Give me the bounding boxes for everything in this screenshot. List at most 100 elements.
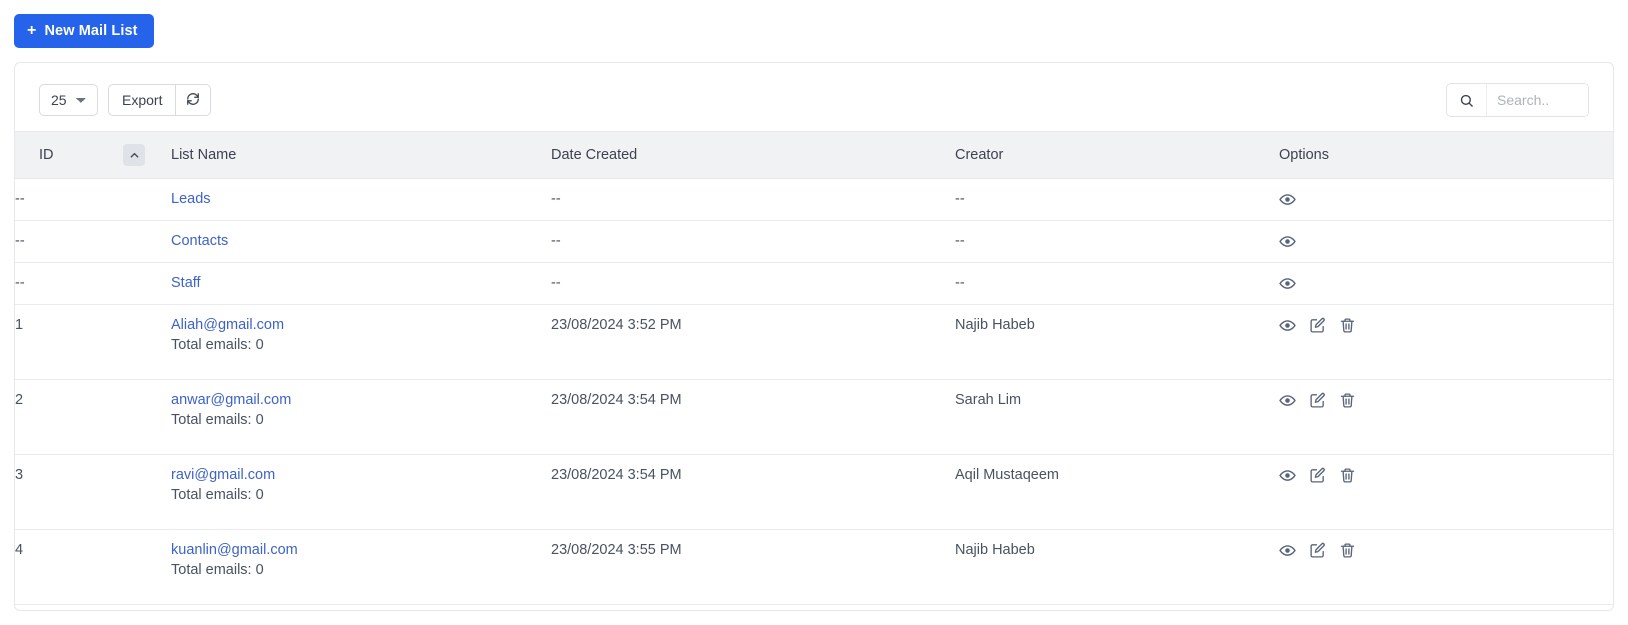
cell-options bbox=[1279, 454, 1613, 530]
cell-creator: Najib Habeb bbox=[955, 304, 1279, 380]
cell-list-name: Contacts bbox=[171, 220, 551, 263]
cell-date-created: -- bbox=[551, 262, 955, 305]
list-name-link[interactable]: Staff bbox=[171, 275, 201, 291]
cell-options bbox=[1279, 529, 1613, 605]
cell-list-name: ravi@gmail.com Total emails: 0 bbox=[171, 454, 551, 530]
list-name-link[interactable]: ravi@gmail.com bbox=[171, 467, 275, 483]
cell-date-created: -- bbox=[551, 220, 955, 263]
mail-list-card: 25 Export Search.. ID List Name Date Cre… bbox=[14, 62, 1614, 611]
table-row: 4 kuanlin@gmail.com Total emails: 0 23/08/2… bbox=[15, 529, 1613, 605]
trash-icon[interactable] bbox=[1339, 542, 1356, 559]
cell-list-name: Aliah@gmail.com Total emails: 0 bbox=[171, 304, 551, 380]
cell-id: 1 bbox=[15, 304, 171, 380]
eye-icon[interactable] bbox=[1279, 233, 1296, 250]
row-actions bbox=[1279, 392, 1613, 409]
search-input[interactable] bbox=[1487, 84, 1588, 116]
eye-icon[interactable] bbox=[1279, 191, 1296, 208]
total-emails-label: Total emails: 0 bbox=[171, 337, 264, 353]
cell-id: -- bbox=[15, 220, 171, 263]
cell-creator: Aliah bbox=[955, 604, 1279, 610]
column-header-id[interactable]: ID bbox=[15, 131, 171, 179]
search-box[interactable] bbox=[1446, 83, 1589, 117]
plus-icon: + bbox=[27, 22, 37, 39]
column-header-date-created[interactable]: Date Created bbox=[551, 131, 955, 179]
table-head: ID List Name Date Created Creator Option… bbox=[15, 131, 1613, 179]
cell-list-name: Staff bbox=[171, 262, 551, 305]
table-body: -- Leads -- -- -- Contacts -- -- -- Staff -- -- 1 Ali… bbox=[15, 178, 1613, 610]
list-name-link[interactable]: Contacts bbox=[171, 233, 228, 249]
trash-icon[interactable] bbox=[1339, 392, 1356, 409]
table-row: 1 Aliah@gmail.com Total emails: 0 23/08/202… bbox=[15, 304, 1613, 380]
table-header-row: ID List Name Date Created Creator Option… bbox=[15, 131, 1613, 179]
cell-creator: -- bbox=[955, 262, 1279, 305]
refresh-icon bbox=[186, 92, 200, 108]
table-row: 2 anwar@gmail.com Total emails: 0 23/08/202… bbox=[15, 379, 1613, 455]
cell-date-created: 23/08/2024 3:55 PM bbox=[551, 604, 955, 610]
list-name-link[interactable]: kuanlin@gmail.com bbox=[171, 542, 298, 558]
cell-list-name: Leads bbox=[171, 178, 551, 221]
cell-creator: Najib Habeb bbox=[955, 529, 1279, 605]
table-toolbar: 25 Export bbox=[15, 63, 1613, 131]
cell-options bbox=[1279, 304, 1613, 380]
cell-date-created: 23/08/2024 3:52 PM bbox=[551, 304, 955, 380]
page-length-select[interactable]: 25 bbox=[39, 84, 98, 116]
column-header-id-label: ID bbox=[39, 147, 54, 163]
export-button[interactable]: Export bbox=[108, 84, 177, 116]
trash-icon[interactable] bbox=[1339, 467, 1356, 484]
cell-options bbox=[1279, 262, 1613, 305]
cell-creator: -- bbox=[955, 178, 1279, 221]
row-actions bbox=[1279, 317, 1613, 334]
edit-icon[interactable] bbox=[1309, 317, 1326, 334]
list-name-link[interactable]: Aliah@gmail.com bbox=[171, 317, 284, 333]
toolbar-left-group: 25 Export bbox=[39, 84, 212, 116]
row-actions bbox=[1279, 191, 1613, 208]
new-mail-list-label: New Mail List bbox=[44, 22, 138, 39]
cell-list-name: anwar@gmail.com Total emails: 0 bbox=[171, 379, 551, 455]
cell-date-created: 23/08/2024 3:54 PM bbox=[551, 379, 955, 455]
row-actions bbox=[1279, 542, 1613, 559]
column-header-list-name[interactable]: List Name bbox=[171, 131, 551, 179]
cell-options bbox=[1279, 604, 1613, 610]
cell-options bbox=[1279, 379, 1613, 455]
eye-icon[interactable] bbox=[1279, 275, 1296, 292]
eye-icon[interactable] bbox=[1279, 392, 1296, 409]
cell-date-created: 23/08/2024 3:54 PM bbox=[551, 454, 955, 530]
eye-icon[interactable] bbox=[1279, 542, 1296, 559]
list-name-link[interactable]: anwar@gmail.com bbox=[171, 392, 291, 408]
cell-id: 2 bbox=[15, 379, 171, 455]
table-row: -- Leads -- -- bbox=[15, 178, 1613, 221]
cell-creator: -- bbox=[955, 220, 1279, 263]
list-name-link[interactable]: Leads bbox=[171, 191, 211, 207]
total-emails-label: Total emails: 0 bbox=[171, 562, 264, 578]
edit-icon[interactable] bbox=[1309, 467, 1326, 484]
search-icon[interactable] bbox=[1447, 84, 1487, 116]
mail-lists-table: ID List Name Date Created Creator Option… bbox=[15, 131, 1613, 610]
new-mail-list-button[interactable]: + New Mail List bbox=[14, 14, 154, 48]
trash-icon[interactable] bbox=[1339, 317, 1356, 334]
row-actions bbox=[1279, 467, 1613, 484]
total-emails-label: Total emails: 0 bbox=[171, 487, 264, 503]
cell-list-name: kuanlin@gmail.com Total emails: 0 bbox=[171, 529, 551, 605]
cell-id: 5 bbox=[15, 604, 171, 610]
table-row: 5minji@gmail.comTotal emails: 023/08/202… bbox=[15, 604, 1613, 610]
refresh-button[interactable] bbox=[176, 84, 212, 116]
cell-date-created: 23/08/2024 3:55 PM bbox=[551, 529, 955, 605]
cell-creator: Sarah Lim bbox=[955, 379, 1279, 455]
edit-icon[interactable] bbox=[1309, 392, 1326, 409]
export-button-group: Export bbox=[108, 84, 212, 116]
column-header-creator[interactable]: Creator bbox=[955, 131, 1279, 179]
eye-icon[interactable] bbox=[1279, 317, 1296, 334]
cell-id: 3 bbox=[15, 454, 171, 530]
total-emails-label: Total emails: 0 bbox=[171, 412, 264, 428]
cell-options bbox=[1279, 220, 1613, 263]
edit-icon[interactable] bbox=[1309, 542, 1326, 559]
row-actions bbox=[1279, 233, 1613, 250]
cell-list-name: minji@gmail.comTotal emails: 0 bbox=[171, 604, 551, 610]
cell-options bbox=[1279, 178, 1613, 221]
eye-icon[interactable] bbox=[1279, 467, 1296, 484]
page-actions-bar: + New Mail List bbox=[0, 0, 1628, 62]
sort-ascending-icon[interactable] bbox=[123, 144, 145, 166]
cell-id: -- bbox=[15, 178, 171, 221]
row-actions bbox=[1279, 275, 1613, 292]
column-header-options: Options bbox=[1279, 131, 1613, 179]
